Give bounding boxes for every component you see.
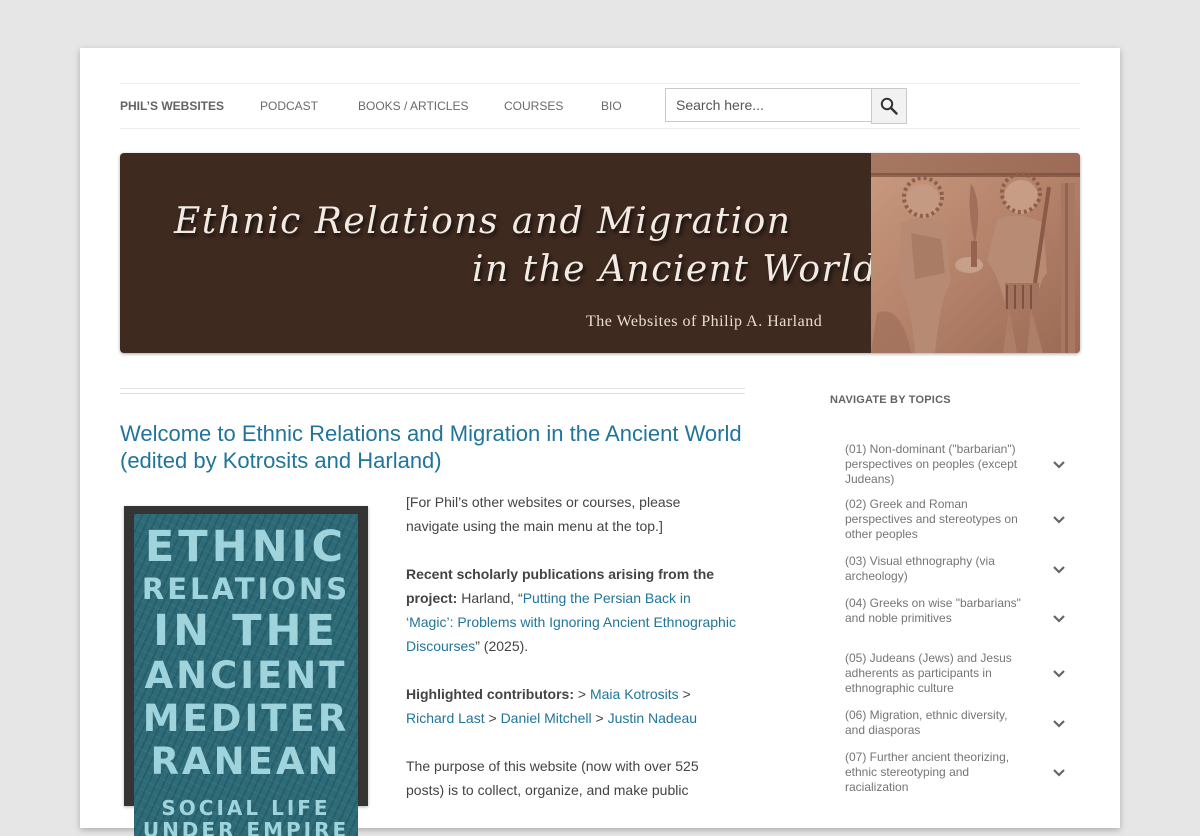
contributor-link-mitchell[interactable]: Daniel Mitchell — [501, 710, 592, 726]
book-cover-text: UNDER EMPIRE — [142, 818, 350, 836]
nav-item-podcast[interactable]: PODCAST — [260, 99, 318, 113]
publications-year: ” (2025). — [475, 638, 529, 654]
separator: > — [573, 686, 590, 702]
contributors-label: Highlighted contributors: — [406, 686, 574, 702]
book-cover-text: ANCIENT — [144, 654, 348, 697]
purpose-paragraph: The purpose of this website (now with ov… — [406, 758, 699, 798]
sidebar-topic-04[interactable]: (04) Greeks on wise "barbarians" and nob… — [845, 596, 1085, 626]
sidebar-topic-06[interactable]: (06) Migration, ethnic diversity, and di… — [845, 708, 1085, 738]
sidebar-widget-title: NAVIGATE BY TOPICS — [830, 394, 951, 406]
nav-item-courses[interactable]: COURSES — [504, 99, 563, 113]
chevron-down-icon[interactable] — [1052, 515, 1066, 525]
book-cover-text: IN THE — [153, 606, 339, 656]
content-divider — [120, 388, 745, 394]
chevron-down-icon[interactable] — [1052, 565, 1066, 575]
topic-label: (01) Non-dominant ("barbarian") perspect… — [845, 442, 1018, 486]
chevron-down-icon[interactable] — [1052, 719, 1066, 729]
nav-item-phils-websites[interactable]: PHIL’S WEBSITES — [120, 99, 224, 113]
book-cover-text: ETHNIC — [144, 522, 348, 572]
nav-item-books-articles[interactable]: BOOKS / ARTICLES — [358, 99, 468, 113]
topic-label: (07) Further ancient theorizing, ethnic … — [845, 750, 1010, 794]
search-form — [665, 88, 907, 124]
topic-label: (06) Migration, ethnic diversity, and di… — [845, 708, 1008, 737]
intro-paragraph: [For Phil’s other websites or courses, p… — [406, 494, 681, 534]
contributor-link-nadeau[interactable]: Justin Nadeau — [608, 710, 698, 726]
topic-label: (03) Visual ethnography (via archeology) — [845, 554, 995, 583]
search-button[interactable] — [871, 88, 907, 124]
banner-title-line1: Ethnic Relations and Migration — [174, 201, 792, 242]
search-icon — [880, 97, 898, 115]
topic-label: (04) Greeks on wise "barbarians" and nob… — [845, 596, 1021, 625]
publications-paragraph: Recent scholarly publications arising fr… — [406, 562, 736, 658]
topic-label: (05) Judeans (Jews) and Jesus adherents … — [845, 651, 1012, 695]
separator: > — [484, 710, 501, 726]
banner-title-line2: in the Ancient World — [472, 249, 878, 290]
sidebar-topic-07[interactable]: (07) Further ancient theorizing, ethnic … — [845, 750, 1085, 795]
contributor-link-kotrosits[interactable]: Maia Kotrosits — [590, 686, 679, 702]
book-cover-image[interactable]: ETHNIC RELATIONS IN THE ANCIENT MEDITER … — [124, 506, 368, 836]
book-cover-text: MEDITER — [142, 697, 350, 740]
book-cover-art: ETHNIC RELATIONS IN THE ANCIENT MEDITER … — [134, 514, 358, 836]
chevron-down-icon[interactable] — [1052, 460, 1066, 470]
separator: > — [678, 686, 691, 702]
sidebar-topic-03[interactable]: (03) Visual ethnography (via archeology) — [845, 554, 1085, 584]
chevron-down-icon[interactable] — [1052, 768, 1066, 778]
post-title[interactable]: Welcome to Ethnic Relations and Migratio… — [120, 420, 745, 474]
search-input[interactable] — [665, 88, 871, 122]
post-content: [For Phil’s other websites or courses, p… — [406, 490, 736, 826]
main-nav: PHIL’S WEBSITES PODCAST BOOKS / ARTICLES… — [120, 83, 1080, 129]
banner-subtitle: The Websites of Philip A. Harland — [586, 313, 823, 330]
topic-label: (02) Greek and Roman perspectives and st… — [845, 497, 1018, 541]
contributors-paragraph: Highlighted contributors: > Maia Kotrosi… — [406, 682, 736, 730]
chevron-down-icon[interactable] — [1052, 669, 1066, 679]
header-banner[interactable]: Ethnic Relations and Migration in the An… — [120, 153, 1080, 353]
publications-author: Harland, “ — [457, 590, 523, 606]
chevron-down-icon[interactable] — [1052, 614, 1066, 624]
relief-sculpture-image — [871, 153, 1080, 353]
separator: > — [591, 710, 608, 726]
book-cover-text: RELATIONS — [141, 572, 351, 606]
sidebar-topic-01[interactable]: (01) Non-dominant ("barbarian") perspect… — [845, 442, 1085, 487]
book-cover-text: RANEAN — [150, 740, 342, 783]
nav-item-bio[interactable]: BIO — [601, 99, 622, 113]
book-cover-text: SOCIAL LIFE — [161, 796, 331, 820]
sidebar-topic-05[interactable]: (05) Judeans (Jews) and Jesus adherents … — [845, 651, 1085, 696]
contributor-link-last[interactable]: Richard Last — [406, 710, 485, 726]
page-container: PHIL’S WEBSITES PODCAST BOOKS / ARTICLES… — [80, 48, 1120, 836]
sidebar-topic-02[interactable]: (02) Greek and Roman perspectives and st… — [845, 497, 1085, 542]
